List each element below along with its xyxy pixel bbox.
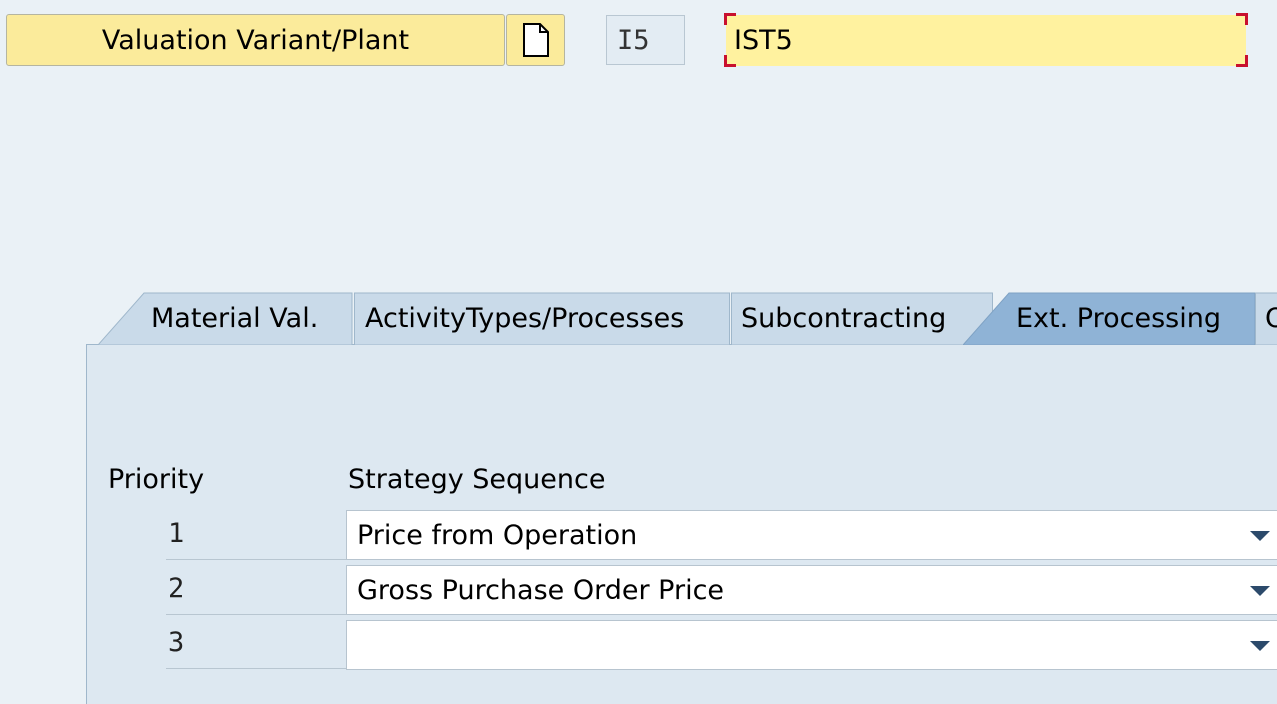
chevron-down-icon bbox=[1250, 531, 1270, 541]
strategy-select-2[interactable]: Gross Purchase Order Price bbox=[346, 565, 1277, 615]
strategy-value: Price from Operation bbox=[357, 520, 637, 551]
row-divider bbox=[166, 559, 346, 560]
tab-label: Ext. Processing bbox=[963, 303, 1221, 334]
strategy-value: Gross Purchase Order Price bbox=[357, 575, 724, 606]
strategy-select-3[interactable] bbox=[346, 620, 1277, 670]
tab-material-val[interactable]: Material Val. bbox=[98, 292, 354, 345]
plant-input[interactable] bbox=[726, 15, 1246, 66]
required-marker-top-left bbox=[724, 13, 736, 25]
chevron-down-icon bbox=[1250, 586, 1270, 596]
tab-subcontracting[interactable]: Subcontracting bbox=[731, 292, 993, 345]
strategy-select-1[interactable]: Price from Operation bbox=[346, 510, 1277, 560]
tab-label: Subcontracting bbox=[731, 303, 946, 334]
tab-label: ActivityTypes/Processes bbox=[354, 303, 684, 334]
priority-number: 2 bbox=[168, 573, 184, 604]
required-marker-bottom-left bbox=[724, 55, 736, 67]
tab-label: Material Val. bbox=[98, 303, 318, 334]
strategy-sequence-header: Strategy Sequence bbox=[348, 464, 605, 495]
valuation-variant-plant-label: Valuation Variant/Plant bbox=[102, 25, 409, 56]
tab-overflow[interactable]: O bbox=[1255, 292, 1277, 345]
row-divider bbox=[166, 614, 346, 615]
valuation-variant-code: I5 bbox=[606, 15, 685, 65]
tab-label: O bbox=[1255, 303, 1277, 334]
priority-header: Priority bbox=[108, 464, 204, 495]
display-document-button[interactable] bbox=[506, 14, 565, 66]
tab-activity-types-processes[interactable]: ActivityTypes/Processes bbox=[354, 292, 730, 345]
priority-number: 1 bbox=[168, 518, 184, 549]
row-divider bbox=[166, 668, 346, 669]
priority-number: 3 bbox=[168, 627, 184, 658]
required-marker-bottom-right bbox=[1236, 55, 1248, 67]
required-marker-top-right bbox=[1236, 13, 1248, 25]
tab-ext-processing[interactable]: Ext. Processing bbox=[963, 292, 1256, 345]
chevron-down-icon bbox=[1250, 641, 1270, 651]
valuation-variant-plant-button[interactable]: Valuation Variant/Plant bbox=[6, 14, 505, 66]
document-icon bbox=[522, 22, 550, 58]
